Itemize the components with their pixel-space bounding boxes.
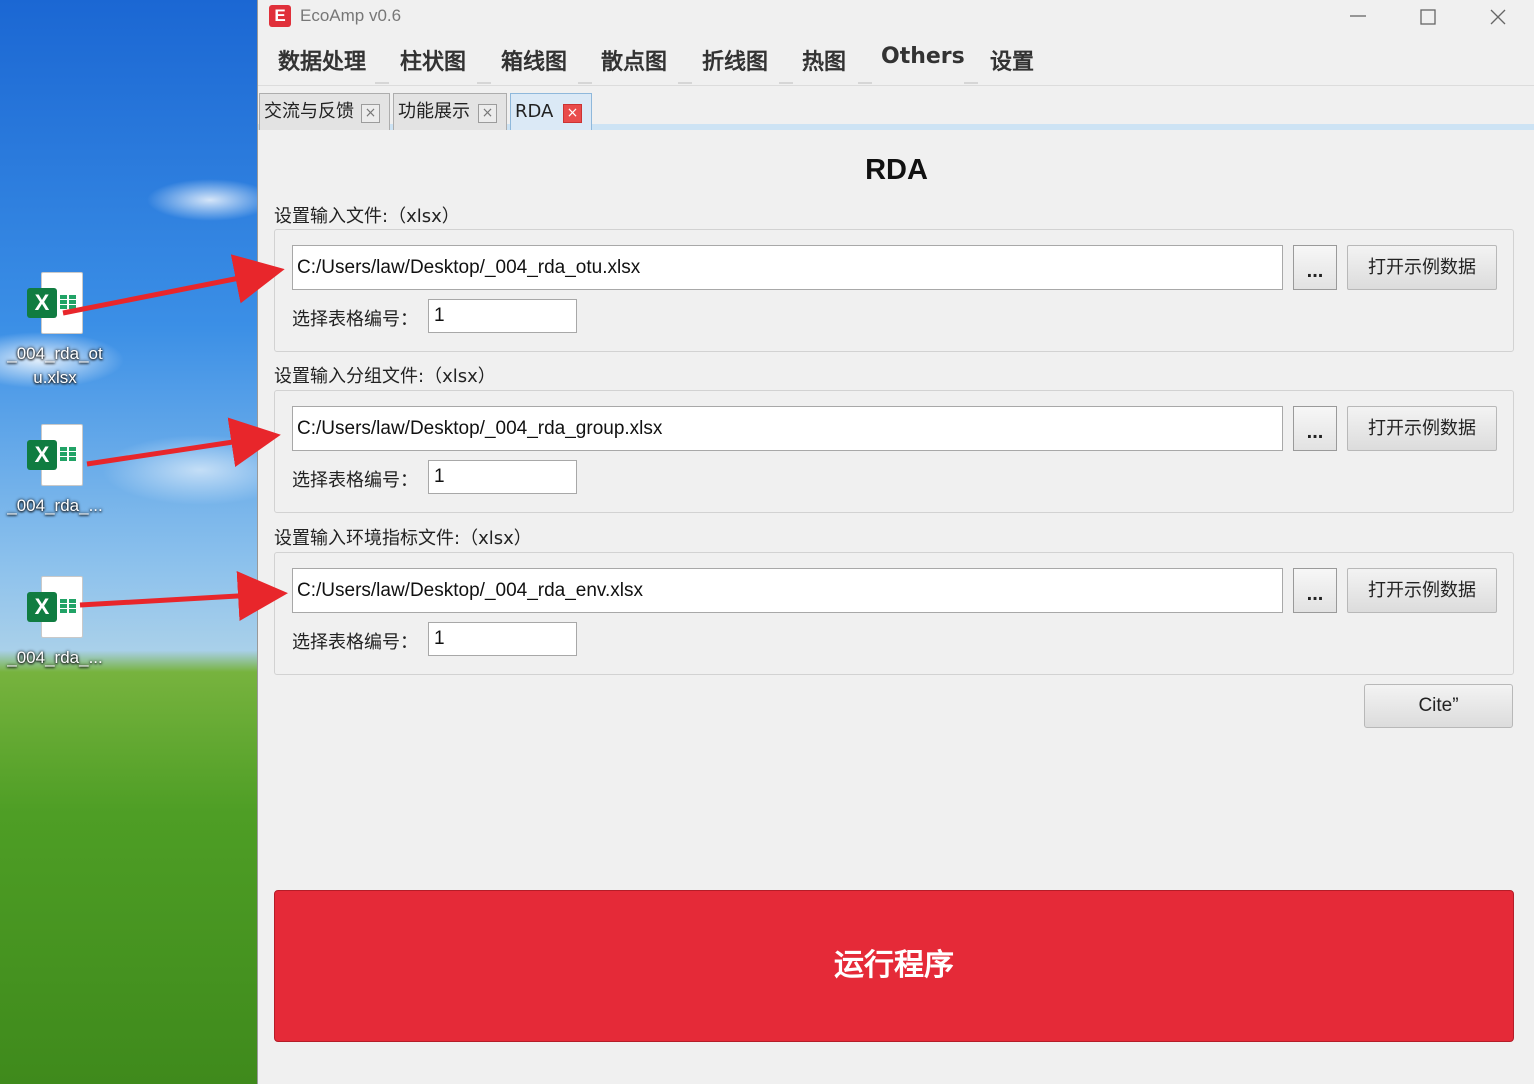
desktop-file-label: _004_rda_... xyxy=(7,648,103,667)
rda-panel: RDA 设置输入文件:（xlsx） C:/Users/law/Desktop/_… xyxy=(258,138,1534,1084)
group-sheet-number-input[interactable]: 1 xyxy=(428,460,577,494)
menu-separator xyxy=(477,82,491,84)
otu-file-path-input[interactable]: C:/Users/law/Desktop/_004_rda_otu.xlsx xyxy=(292,245,1283,290)
sheet-number-label: 选择表格编号： xyxy=(292,309,418,330)
otu-sheet-number-input[interactable]: 1 xyxy=(428,299,577,333)
tab-close-icon[interactable]: × xyxy=(361,104,380,123)
section-label-otu-file: 设置输入文件:（xlsx） xyxy=(274,206,460,227)
desktop-background: X _004_rda_ot u.xlsx X _004_rda_... X _0… xyxy=(0,0,257,1084)
menu-line-chart[interactable]: 折线图 xyxy=(702,44,768,76)
tab-close-icon[interactable]: × xyxy=(478,104,497,123)
maximize-button[interactable] xyxy=(1398,0,1458,34)
desktop-file-icon[interactable]: X _004_rda_... xyxy=(0,424,110,518)
group-open-example-button[interactable]: 打开示例数据 xyxy=(1347,406,1497,451)
page-title: RDA xyxy=(865,154,928,186)
desktop-file-icon[interactable]: X _004_rda_ot u.xlsx xyxy=(0,272,110,390)
menu-bar-chart[interactable]: 柱状图 xyxy=(400,44,466,76)
sheet-number-label: 选择表格编号： xyxy=(292,470,418,491)
app-logo: E xyxy=(269,5,291,27)
excel-file-icon: X xyxy=(27,576,83,640)
tab-label: RDA xyxy=(515,101,554,122)
env-sheet-number-input[interactable]: 1 xyxy=(428,622,577,656)
maximize-icon xyxy=(1420,9,1436,25)
menu-heatmap[interactable]: 热图 xyxy=(802,44,846,76)
menu-separator xyxy=(779,82,793,84)
otu-file-browse-button[interactable]: ... xyxy=(1293,245,1337,290)
menu-bar: 数据处理 柱状图 箱线图 散点图 折线图 热图 Others 设置 xyxy=(258,34,1534,86)
menu-separator xyxy=(678,82,692,84)
otu-file-group: C:/Users/law/Desktop/_004_rda_otu.xlsx .… xyxy=(274,229,1514,352)
tab-bar: 交流与反馈 × 功能展示 × RDA × xyxy=(258,86,1534,130)
tab-rda[interactable]: RDA × xyxy=(510,93,592,130)
menu-separator xyxy=(858,82,872,84)
desktop-file-label: _004_rda_... xyxy=(7,496,103,515)
menu-scatter-plot[interactable]: 散点图 xyxy=(601,44,667,76)
group-file-browse-button[interactable]: ... xyxy=(1293,406,1337,451)
menu-separator xyxy=(964,82,978,84)
title-bar[interactable]: E EcoAmp v0.6 xyxy=(258,0,1534,34)
minimize-icon xyxy=(1350,15,1366,17)
group-file-path-input[interactable]: C:/Users/law/Desktop/_004_rda_group.xlsx xyxy=(292,406,1283,451)
menu-separator xyxy=(375,82,389,84)
menu-separator xyxy=(578,82,592,84)
env-file-browse-button[interactable]: ... xyxy=(1293,568,1337,613)
desktop-file-label: _004_rda_ot u.xlsx xyxy=(7,344,103,387)
excel-file-icon: X xyxy=(27,424,83,488)
excel-file-icon: X xyxy=(27,272,83,336)
group-file-group: C:/Users/law/Desktop/_004_rda_group.xlsx… xyxy=(274,390,1514,513)
tab-label: 交流与反馈 xyxy=(264,101,354,122)
run-program-button[interactable]: 运行程序 xyxy=(274,890,1514,1042)
close-icon xyxy=(1490,9,1506,25)
env-open-example-button[interactable]: 打开示例数据 xyxy=(1347,568,1497,613)
menu-others[interactable]: Others xyxy=(881,44,965,69)
section-label-env-file: 设置输入环境指标文件:（xlsx） xyxy=(274,528,532,549)
menu-box-plot[interactable]: 箱线图 xyxy=(501,44,567,76)
window-title: EcoAmp v0.6 xyxy=(300,6,402,25)
section-label-group-file: 设置输入分组文件:（xlsx） xyxy=(274,366,496,387)
desktop-file-icon[interactable]: X _004_rda_... xyxy=(0,576,110,670)
tab-close-icon[interactable]: × xyxy=(563,104,582,123)
minimize-button[interactable] xyxy=(1328,0,1388,34)
menu-data-processing[interactable]: 数据处理 xyxy=(278,44,366,76)
close-button[interactable] xyxy=(1468,0,1528,34)
tab-feedback[interactable]: 交流与反馈 × xyxy=(259,93,390,130)
otu-open-example-button[interactable]: 打开示例数据 xyxy=(1347,245,1497,290)
app-window: E EcoAmp v0.6 数据处理 柱状图 箱线图 散点图 折线图 热图 Ot… xyxy=(257,0,1534,1084)
cite-button[interactable]: Cite” xyxy=(1364,684,1513,728)
menu-settings[interactable]: 设置 xyxy=(990,44,1034,76)
tab-feature-demo[interactable]: 功能展示 × xyxy=(393,93,507,130)
sheet-number-label: 选择表格编号： xyxy=(292,632,418,653)
tab-label: 功能展示 xyxy=(398,101,470,122)
env-file-group: C:/Users/law/Desktop/_004_rda_env.xlsx .… xyxy=(274,552,1514,675)
env-file-path-input[interactable]: C:/Users/law/Desktop/_004_rda_env.xlsx xyxy=(292,568,1283,613)
